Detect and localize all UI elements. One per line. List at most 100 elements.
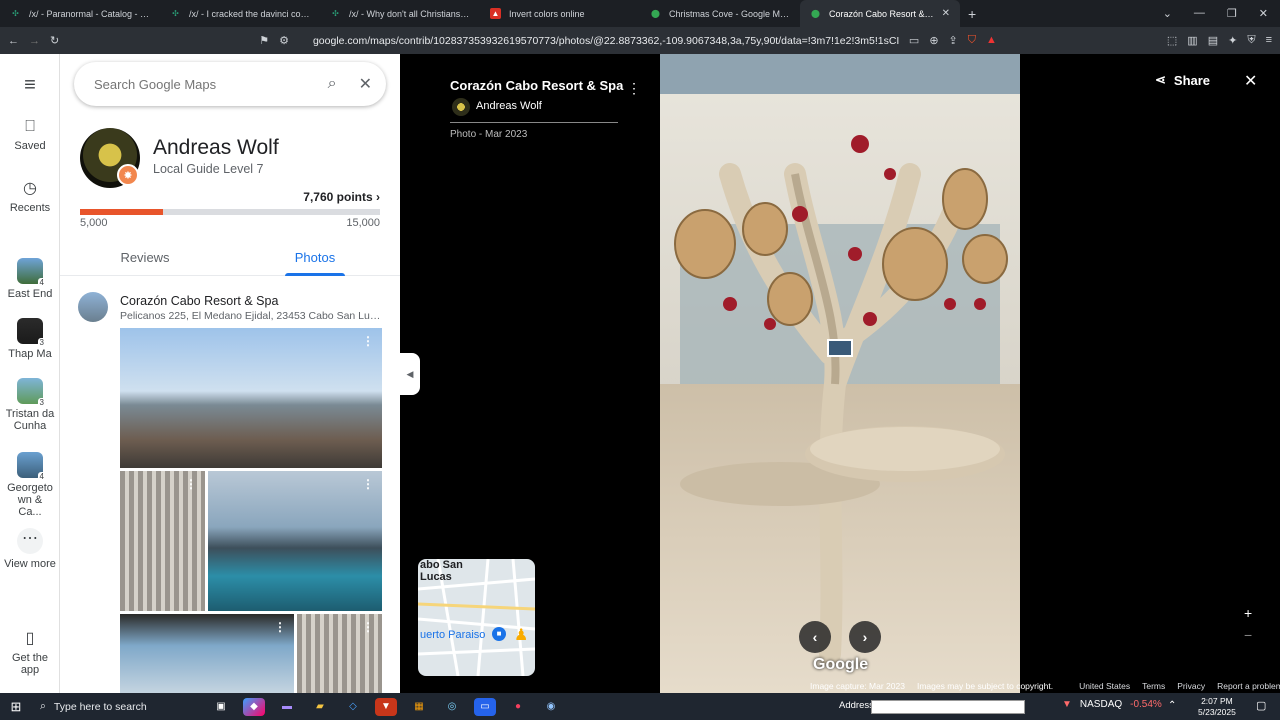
previous-photo-button[interactable]: ‹: [799, 621, 831, 653]
local-guide-badge-icon: ✸: [117, 164, 139, 186]
more-vert-icon[interactable]: ⋮: [362, 620, 374, 634]
copyright-notice: Images may be subject to copyright.: [916, 681, 1054, 691]
photo-thumbnail[interactable]: ⋮: [120, 614, 294, 693]
window-controls: ⌄ — ❐ ✕: [1163, 7, 1280, 20]
progress-max: 15,000: [346, 217, 380, 229]
bookmark-icon[interactable]: ⚑: [259, 34, 269, 47]
cast-icon[interactable]: ▭: [909, 34, 919, 47]
more-vert-icon[interactable]: ⋮: [185, 477, 197, 491]
window-close-icon[interactable]: ✕: [1259, 7, 1268, 20]
brave-shield-icon[interactable]: ⛉: [968, 34, 976, 47]
zoom-in-button[interactable]: +: [1244, 605, 1252, 621]
recent-place-east-end[interactable]: 4 East End: [0, 258, 60, 300]
recent-place-tristan[interactable]: 3 Tristan da Cunha: [0, 378, 60, 432]
more-vert-icon[interactable]: ⋮: [362, 334, 374, 348]
photo-thumbnail[interactable]: ⋮: [297, 614, 382, 693]
tab-photos[interactable]: Photos: [230, 236, 400, 276]
extensions-icon[interactable]: ⬚: [1167, 34, 1177, 47]
browser-tab[interactable]: ✣ /x/ - I cracked the davinci code - Pa: [160, 0, 320, 27]
photo-image: [660, 54, 1020, 693]
close-viewer-button[interactable]: ✕: [1244, 71, 1257, 91]
browser-tab[interactable]: ✣ /x/ - Paranormal - Catalog - 4chan: [0, 0, 160, 27]
viewer-place-title[interactable]: Corazón Cabo Resort & Spa: [450, 78, 623, 93]
browser-tab-active[interactable]: ⬤ Corazón Cabo Resort & Spa - G ✕: [800, 0, 960, 27]
rewards-icon[interactable]: ▲: [986, 34, 997, 47]
next-photo-button[interactable]: ›: [849, 621, 881, 653]
recents-button[interactable]: ◷ Recents: [0, 178, 60, 214]
app-icon[interactable]: ◎: [441, 698, 463, 716]
file-explorer-icon[interactable]: ▰: [309, 698, 331, 716]
app-icon[interactable]: ▦: [408, 698, 430, 716]
recent-place-georgetown[interactable]: 4 Georgeto wn & Ca...: [0, 452, 60, 518]
points-link[interactable]: 7,760 points ›: [303, 190, 380, 204]
sidebar-icon[interactable]: ▥: [1187, 34, 1197, 47]
close-tab-icon[interactable]: ✕: [942, 8, 950, 19]
minimap[interactable]: abo San Lucas uerto Paraiso ■ ♟: [418, 559, 535, 676]
app-icon[interactable]: ◇: [342, 698, 364, 716]
more-vert-icon[interactable]: ⋮: [362, 477, 374, 491]
zoom-icon[interactable]: ⊕: [929, 34, 938, 47]
more-vert-icon[interactable]: ⋮: [274, 620, 286, 634]
privacy-link[interactable]: Privacy: [1177, 681, 1205, 693]
search-input[interactable]: [94, 76, 318, 92]
brave-browser-icon[interactable]: ▼: [375, 697, 397, 716]
system-clock[interactable]: 2:07 PM 5/23/2025: [1198, 696, 1236, 718]
report-problem-link[interactable]: Report a problem: [1217, 681, 1280, 693]
minimize-icon[interactable]: —: [1194, 7, 1205, 20]
place-name[interactable]: Corazón Cabo Resort & Spa: [120, 294, 278, 308]
app-icon[interactable]: ▭: [474, 697, 496, 716]
place-thumbnail[interactable]: [78, 292, 108, 322]
app-icon[interactable]: ●: [507, 698, 529, 716]
app-icon[interactable]: ▬: [276, 698, 298, 716]
place-label: East End: [7, 288, 53, 300]
chevron-down-icon[interactable]: ⌄: [1163, 7, 1172, 20]
windows-start-icon[interactable]: ⊞: [0, 699, 32, 715]
task-view-icon[interactable]: ▣: [210, 698, 232, 716]
steam-icon[interactable]: ◉: [540, 698, 562, 716]
address-toolbar-input[interactable]: [871, 700, 1025, 714]
tab-title: /x/ - Why don't all Christians on /x/: [349, 8, 470, 19]
terms-link[interactable]: Terms: [1142, 681, 1165, 693]
share-button[interactable]: ⋖ Share: [1155, 72, 1210, 88]
collapse-panel-button[interactable]: ◀: [400, 353, 420, 395]
url-field[interactable]: google.com/maps/contrib/1028373539326195…: [299, 35, 899, 47]
close-icon[interactable]: ✕: [359, 74, 372, 94]
map-footer: Image capture: Mar 2023 Images may be su…: [810, 681, 1280, 693]
photo-author[interactable]: Andreas Wolf: [476, 100, 542, 112]
menu-icon[interactable]: ≡: [1266, 34, 1272, 47]
new-tab-button[interactable]: +: [960, 6, 984, 22]
taskbar-search[interactable]: ⌕ Type here to search: [32, 700, 166, 713]
stock-widget[interactable]: ▼ NASDAQ -0.54%: [1062, 699, 1162, 710]
more-vert-icon[interactable]: ⋮: [627, 80, 641, 97]
photo-thumbnail[interactable]: ⋮: [208, 471, 382, 611]
zoom-out-button[interactable]: −: [1244, 627, 1252, 643]
photo-thumbnail[interactable]: ⋮: [120, 328, 382, 468]
search-icon[interactable]: ⌕: [328, 75, 337, 93]
vpn-icon[interactable]: ⛨: [1247, 34, 1255, 47]
photo-thumbnail[interactable]: ⋮: [120, 471, 205, 611]
country-link[interactable]: United States: [1079, 681, 1130, 693]
notification-icon[interactable]: ▢: [1256, 699, 1266, 712]
recent-place-thap-ma[interactable]: 3 Thap Ma: [0, 318, 60, 360]
view-more-button[interactable]: ⋯ View more: [0, 528, 60, 570]
browser-tab[interactable]: ✣ /x/ - Why don't all Christians on /x/: [320, 0, 480, 27]
reload-icon[interactable]: ↻: [50, 34, 59, 47]
forward-icon[interactable]: →: [29, 35, 40, 47]
get-app-button[interactable]: ▯ Get the app: [0, 628, 60, 676]
main-menu-button[interactable]: ≡: [0, 74, 60, 101]
tab-reviews[interactable]: Reviews: [60, 236, 230, 275]
chevron-right-icon: ›: [376, 190, 380, 204]
saved-button[interactable]: ⎕ Saved: [0, 118, 60, 152]
browser-tab[interactable]: ▲ Invert colors online: [480, 0, 640, 27]
restore-icon[interactable]: ❐: [1227, 7, 1237, 20]
site-info-icon[interactable]: ⚙: [279, 34, 289, 47]
browser-tab[interactable]: ⬤ Christmas Cove - Google Maps: [640, 0, 800, 27]
share-icon[interactable]: ⇪: [949, 34, 958, 47]
main-photo[interactable]: [660, 54, 1020, 693]
hamburger-icon: ≡: [24, 74, 36, 96]
leo-icon[interactable]: ✦: [1228, 34, 1237, 47]
back-icon[interactable]: ←: [8, 35, 19, 47]
tray-overflow-icon[interactable]: ⌃: [1168, 700, 1176, 711]
wallet-icon[interactable]: ▤: [1208, 34, 1218, 47]
copilot-icon[interactable]: ◆: [243, 697, 265, 716]
